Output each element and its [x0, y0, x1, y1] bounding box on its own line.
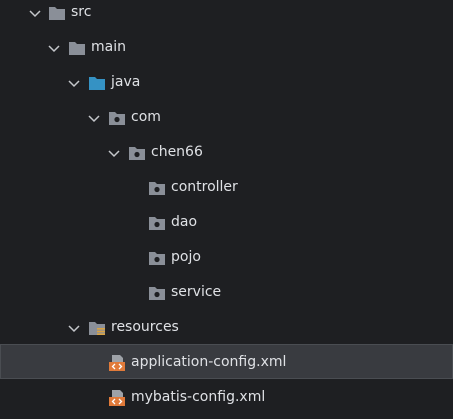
chevron-down-icon[interactable] [86, 110, 102, 126]
tree-node-pojo[interactable]: pojo [0, 240, 453, 275]
tree-node-application-config-xml[interactable]: application-config.xml [0, 344, 453, 379]
xml-file-icon [108, 389, 126, 407]
folder-icon [68, 39, 86, 57]
tree-node-src[interactable]: src [0, 0, 453, 30]
tree-node-label: src [71, 4, 92, 20]
tree-node-dao[interactable]: dao [0, 205, 453, 240]
resources-root-folder-icon [88, 319, 106, 337]
package-icon [148, 214, 166, 232]
tree-node-label: pojo [171, 249, 201, 265]
tree-node-label: com [131, 109, 161, 125]
folder-icon [48, 4, 66, 22]
tree-node-label: application-config.xml [131, 354, 287, 370]
tree-node-label: controller [171, 179, 238, 195]
tree-node-label: java [111, 74, 141, 90]
tree-node-main[interactable]: main [0, 30, 453, 65]
tree-node-controller[interactable]: controller [0, 170, 453, 205]
xml-file-icon [108, 354, 126, 372]
package-icon [148, 249, 166, 267]
package-icon [108, 109, 126, 127]
package-icon [148, 284, 166, 302]
source-root-folder-icon [88, 74, 106, 92]
tree-node-java[interactable]: java [0, 65, 453, 100]
chevron-down-icon[interactable] [66, 75, 82, 91]
project-tree: src main java com chen66 controller dao … [0, 0, 453, 419]
tree-node-label: chen66 [151, 144, 203, 160]
tree-node-service[interactable]: service [0, 275, 453, 310]
package-icon [148, 179, 166, 197]
tree-node-label: dao [171, 214, 198, 230]
chevron-down-icon[interactable] [27, 5, 43, 21]
package-icon [128, 144, 146, 162]
tree-node-label: main [91, 39, 126, 55]
tree-node-label: service [171, 284, 222, 300]
tree-node-resources[interactable]: resources [0, 310, 453, 345]
tree-node-chen66[interactable]: chen66 [0, 135, 453, 170]
tree-node-label: resources [111, 319, 179, 335]
chevron-down-icon[interactable] [106, 145, 122, 161]
tree-node-com[interactable]: com [0, 100, 453, 135]
tree-node-mybatis-config-xml[interactable]: mybatis-config.xml [0, 380, 453, 415]
chevron-down-icon[interactable] [66, 320, 82, 336]
chevron-down-icon[interactable] [46, 40, 62, 56]
tree-node-label: mybatis-config.xml [131, 389, 266, 405]
